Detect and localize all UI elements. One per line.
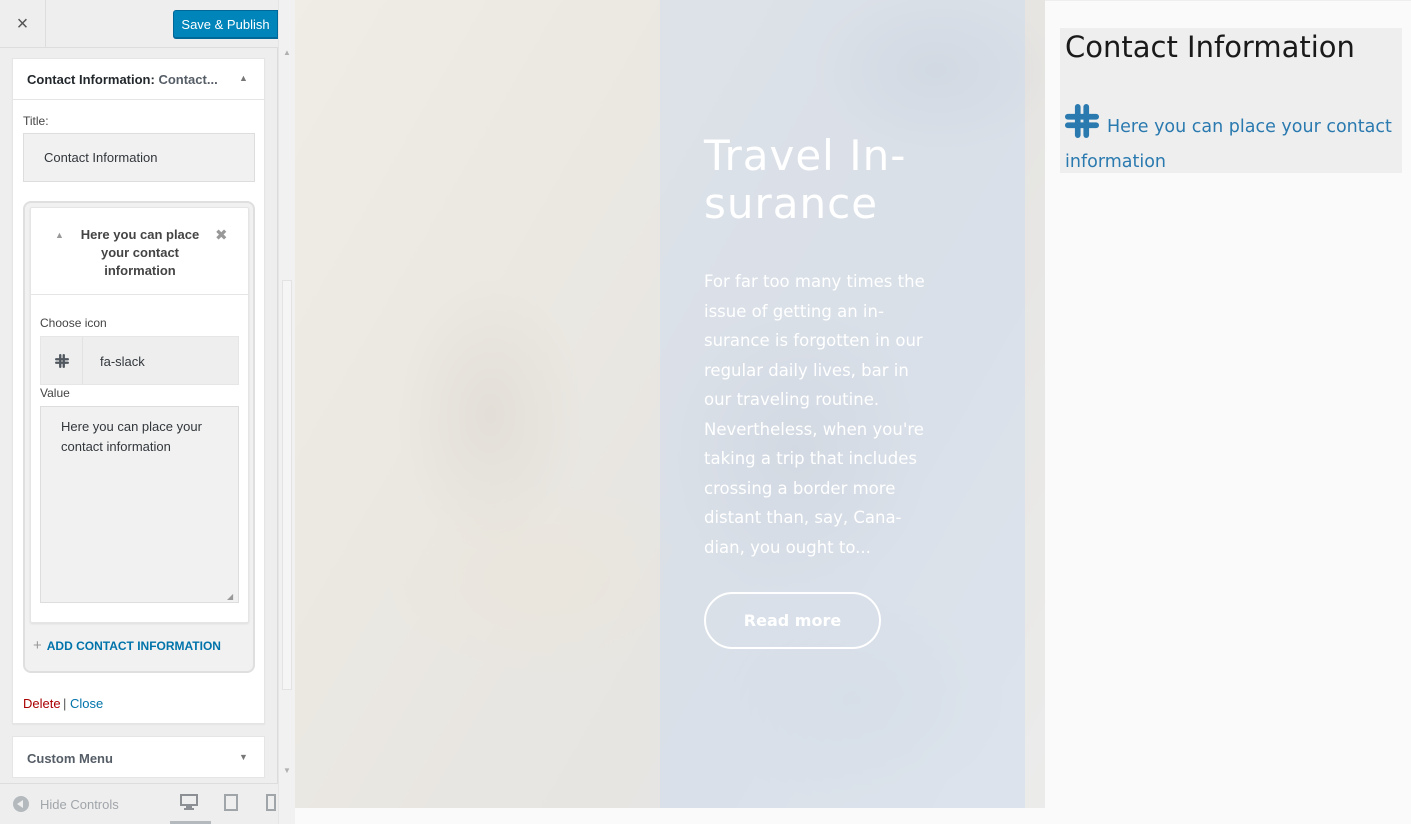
close-link[interactable]: Close [70, 696, 103, 711]
save-publish-button[interactable]: Save & Publish [173, 10, 278, 38]
contact-line: Here you can place your contact informat… [1065, 104, 1400, 177]
plus-icon: + [33, 637, 42, 654]
add-contact-information-button[interactable]: + ADD CONTACT INFORMATION [33, 637, 221, 654]
repeater-item-title: Here you can place your contact informat… [80, 227, 200, 278]
contact-information-preview: Contact Information Here you can place y… [1060, 28, 1402, 173]
hide-controls-button[interactable]: Hide Controls [40, 797, 119, 812]
scroll-down-icon[interactable]: ▼ [283, 766, 291, 775]
mobile-preview-icon[interactable] [266, 794, 276, 816]
delete-link[interactable]: Delete [23, 696, 61, 711]
read-more-button[interactable]: Read more [704, 592, 881, 649]
tablet-preview-icon[interactable] [224, 794, 238, 816]
customizer-header: × Save & Publish [0, 0, 278, 48]
choose-icon-label: Choose icon [40, 316, 107, 330]
contact-information-widget: Contact Information: Contact... ▲ Title:… [12, 58, 265, 724]
custom-menu-widget[interactable]: Custom Menu ▼ [12, 736, 265, 778]
hero-excerpt: For far too many times the issue of gett… [704, 272, 925, 557]
custom-menu-label: Custom Menu [27, 751, 113, 766]
icon-picker[interactable]: fa-slack [40, 336, 239, 385]
contact-line-text[interactable]: Here you can place your contact informat… [1065, 117, 1392, 172]
contact-widget-title: Contact Information [1065, 30, 1355, 64]
widget-title-sub: Contact... [158, 72, 218, 87]
sidebar-scrollbar-thumb[interactable] [282, 280, 292, 690]
widget-header[interactable]: Contact Information: Contact... ▲ [13, 59, 264, 100]
title-label: Title: [23, 114, 49, 128]
customizer-footer: Hide Controls [0, 783, 278, 824]
widget-title: Contact Information: Contact... [27, 72, 218, 87]
customizer-sidebar: × Save & Publish Contact Information: Co… [0, 0, 278, 824]
scroll-up-icon[interactable]: ▲ [283, 48, 291, 57]
value-label: Value [40, 386, 70, 400]
slack-icon [41, 337, 83, 384]
title-input[interactable] [23, 133, 255, 182]
collapse-arrow-up-icon[interactable]: ▲ [55, 230, 64, 240]
desktop-preview-icon[interactable] [180, 794, 198, 815]
icon-value: fa-slack [100, 354, 145, 369]
resize-grip-icon[interactable]: ◢ [227, 592, 233, 601]
repeater-item: ▲ Here you can place your contact inform… [30, 207, 249, 623]
widget-title-main: Contact Information: [27, 72, 155, 87]
link-separator: | [63, 696, 67, 711]
hide-controls-icon[interactable] [13, 796, 29, 812]
remove-item-icon[interactable]: ✖ [215, 226, 228, 244]
value-textarea[interactable]: Here you can place your contact informat… [40, 406, 239, 603]
contact-repeater: ▲ Here you can place your contact inform… [23, 201, 255, 673]
close-customizer-button[interactable]: × [0, 0, 46, 48]
slack-icon [1065, 104, 1099, 148]
repeater-item-header[interactable]: ▲ Here you can place your contact inform… [31, 208, 248, 295]
site-preview: Travel In-surance For far too many times… [295, 0, 1411, 824]
collapse-arrow-up-icon[interactable]: ▲ [239, 73, 248, 83]
expand-arrow-down-icon[interactable]: ▼ [239, 752, 248, 762]
add-contact-label: ADD CONTACT INFORMATION [46, 639, 221, 653]
hero-title: Travel In-surance [704, 131, 907, 228]
